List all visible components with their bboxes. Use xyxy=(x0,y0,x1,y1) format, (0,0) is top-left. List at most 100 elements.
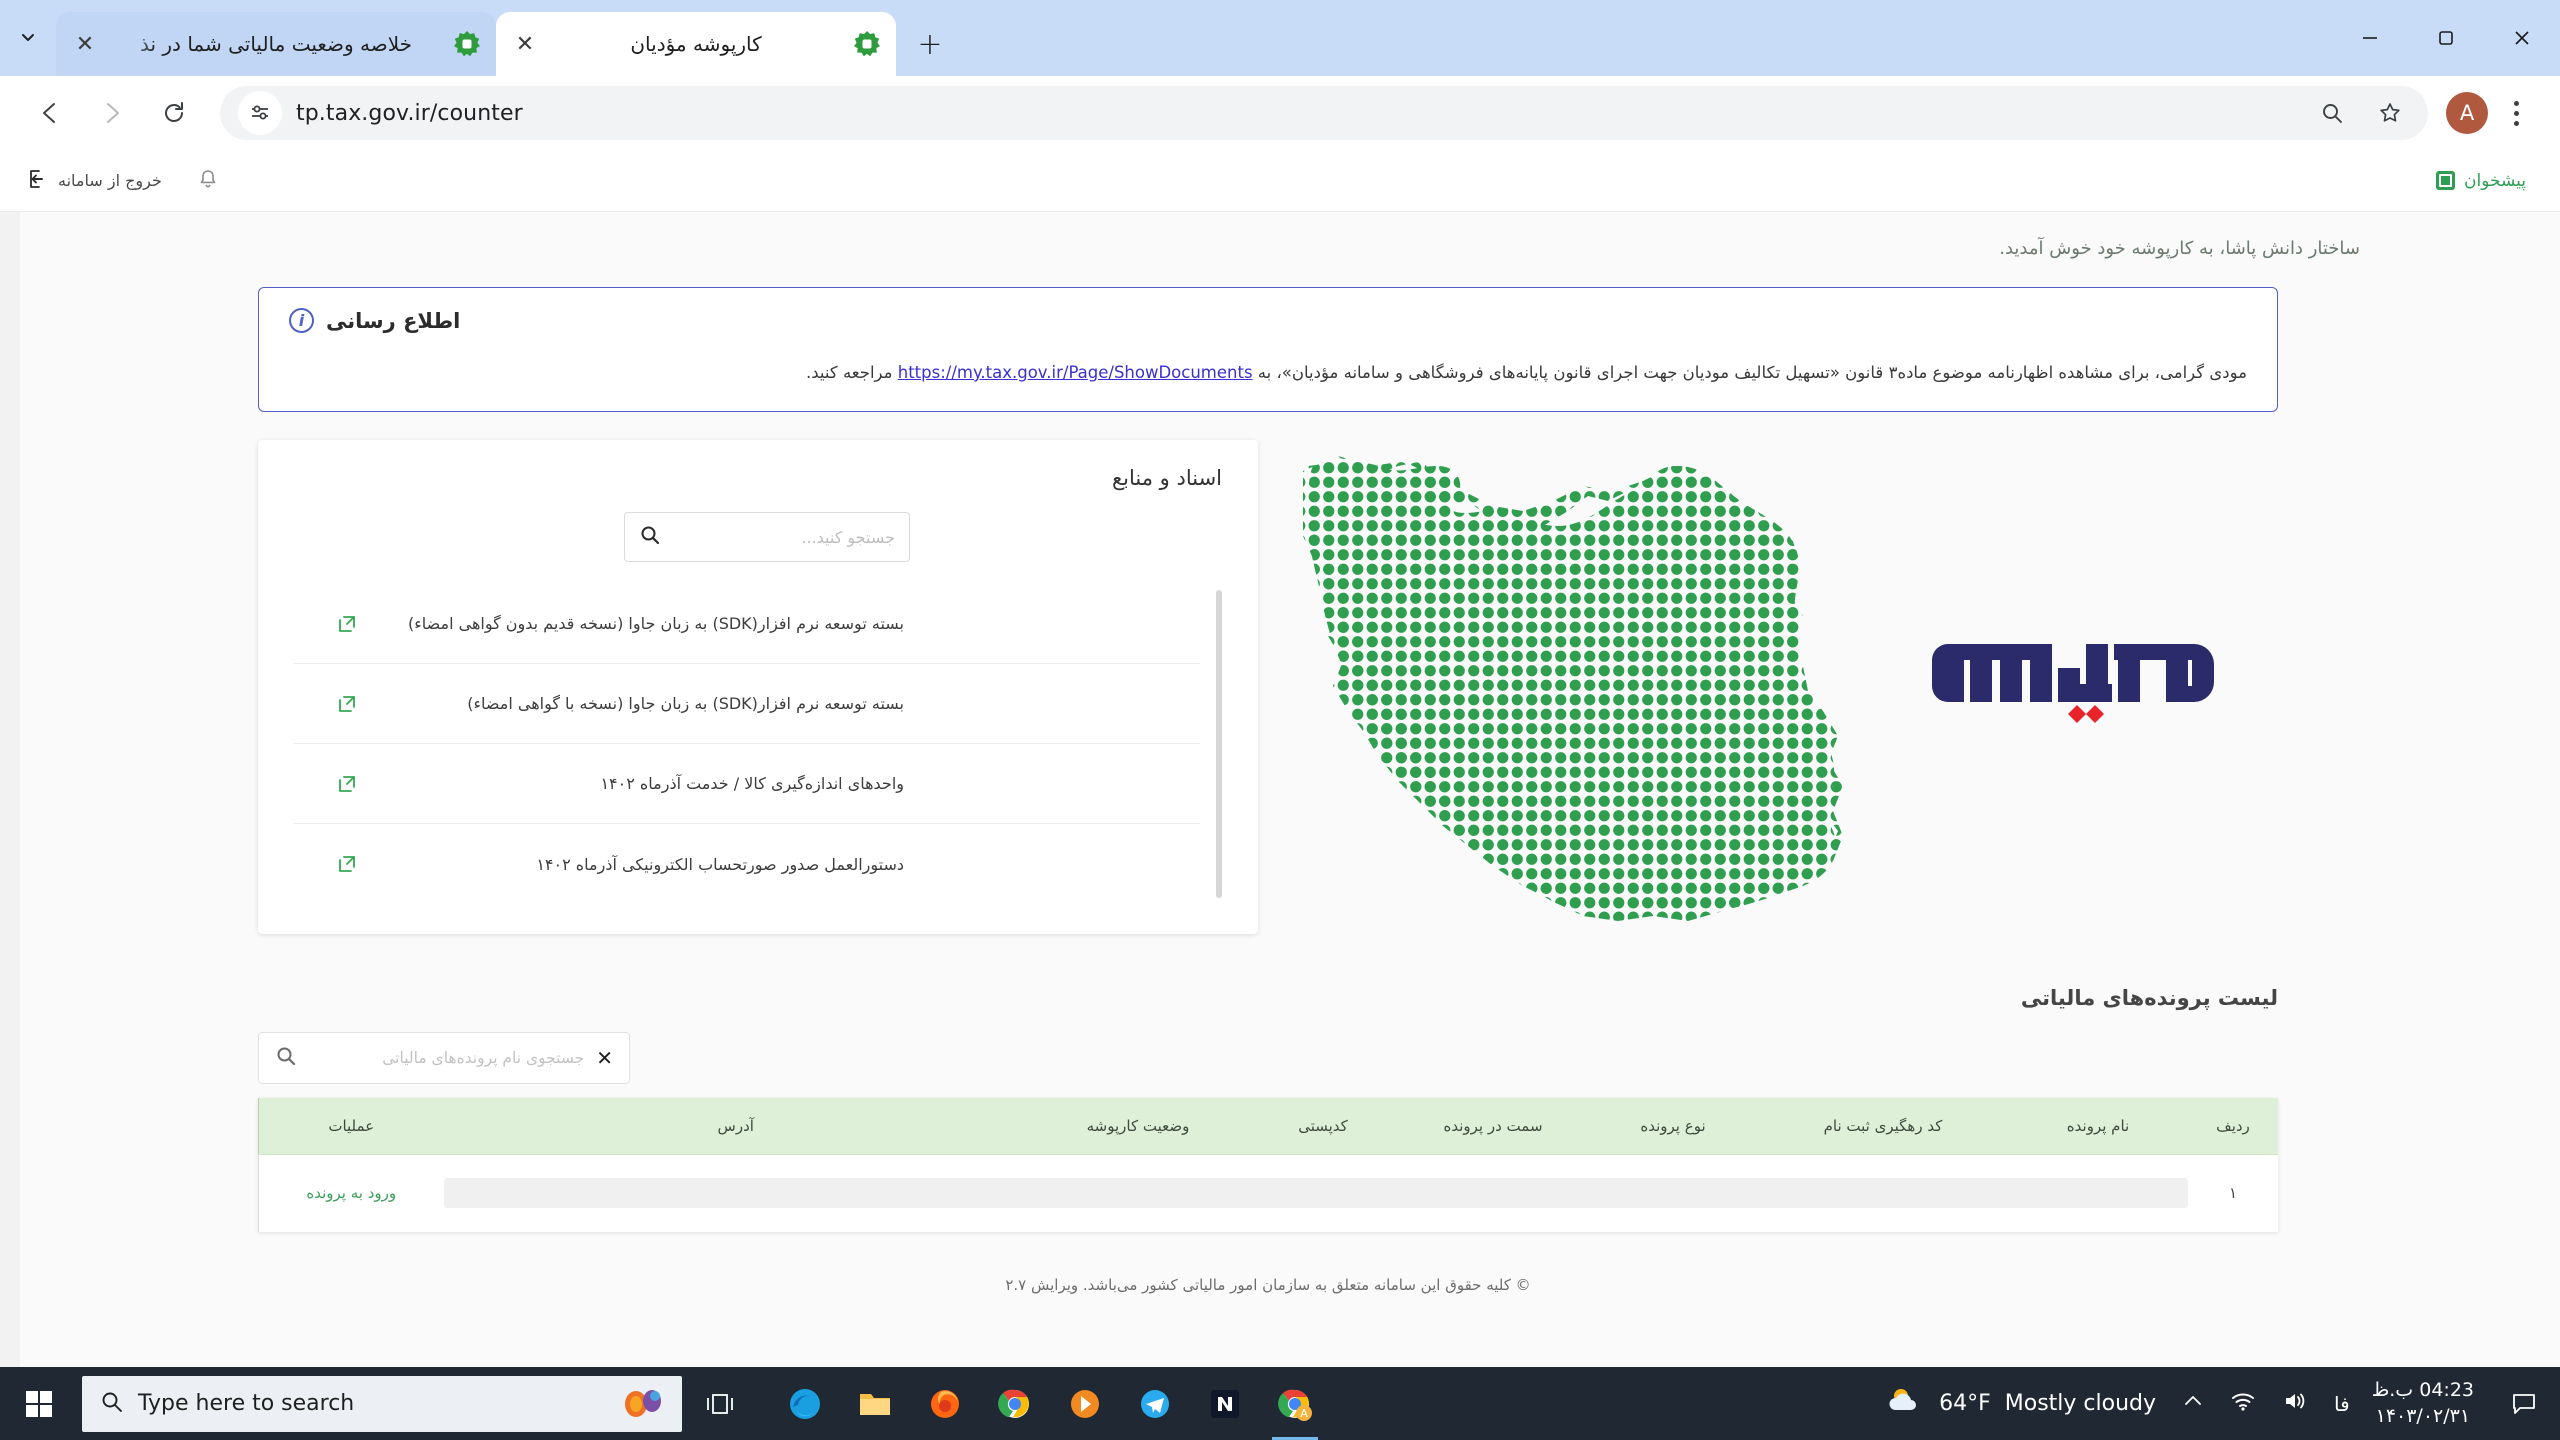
notion-icon[interactable] xyxy=(1194,1367,1256,1440)
windows-start-icon[interactable] xyxy=(0,1367,78,1440)
documents-card: اسناد و منابع جستجو کنید... بسته توسعه ن… xyxy=(258,440,1258,935)
reload-icon[interactable] xyxy=(146,85,202,141)
logout-button[interactable]: خروج از سامانه xyxy=(26,168,162,194)
dashboard-label: پیشخوان xyxy=(2464,170,2526,191)
dashboard-icon xyxy=(2436,171,2455,190)
external-link-icon[interactable] xyxy=(332,773,362,795)
app-brand[interactable]: پیشخوان xyxy=(2436,171,2526,191)
column-header-status[interactable]: وضعیت کارپوشه xyxy=(1028,1098,1248,1155)
iran-dotted-map xyxy=(1303,456,1843,922)
language-indicator[interactable]: فا xyxy=(2334,1392,2350,1416)
clock-date: ۱۴۰۳/۰۲/۳۱ xyxy=(2375,1404,2471,1427)
external-link-icon[interactable] xyxy=(332,693,362,715)
column-header-row-index[interactable]: ردیف xyxy=(2188,1098,2278,1155)
file-explorer-icon[interactable] xyxy=(844,1367,906,1440)
clock-time: 04:23 ب.ظ xyxy=(2371,1378,2474,1401)
task-view-icon[interactable] xyxy=(682,1391,758,1417)
documents-search-placeholder: جستجو کنید... xyxy=(801,527,895,547)
windows-taskbar: Type here to search A 64°F Mostly cloudy… xyxy=(0,1367,2560,1440)
column-header-operations[interactable]: عملیات xyxy=(258,1098,444,1155)
firefox-icon[interactable] xyxy=(914,1367,976,1440)
cell-loading-skeleton xyxy=(443,1154,2188,1232)
column-header-address[interactable]: آدرس xyxy=(443,1098,1028,1155)
page-viewport: پیشخوان خروج از سامانه ساختار دانش پاشا،… xyxy=(0,150,2560,1367)
tax-gov-favicon xyxy=(452,29,482,59)
notice-link[interactable]: https://my.tax.gov.ir/Page/ShowDocuments xyxy=(898,363,1253,382)
cortana-icon[interactable] xyxy=(622,1387,664,1421)
logout-icon xyxy=(26,168,48,194)
volume-icon[interactable] xyxy=(2282,1390,2308,1417)
notification-banner: i اطلاع رسانی مودی گرامی، برای مشاهده اظ… xyxy=(258,287,2278,413)
tab-close-icon[interactable]: ✕ xyxy=(510,29,540,59)
browser-tab-strip: خلاصه وضعیت مالیاتی شما در نذ ✕ کارپوشه … xyxy=(0,0,2560,76)
site-settings-icon[interactable] xyxy=(238,91,282,135)
minimize-icon[interactable] xyxy=(2332,0,2408,76)
three-dot-menu-icon[interactable] xyxy=(2494,100,2538,126)
microsoft-edge-icon[interactable] xyxy=(774,1367,836,1440)
column-header-file-type[interactable]: نوع پرونده xyxy=(1588,1098,1758,1155)
notice-text-before: مودی گرامی، برای مشاهده اظهارنامه موضوع … xyxy=(1257,363,2247,382)
browser-tab-inactive[interactable]: خلاصه وضعیت مالیاتی شما در نذ ✕ xyxy=(56,12,496,76)
browser-window: خلاصه وضعیت مالیاتی شما در نذ ✕ کارپوشه … xyxy=(0,0,2560,1367)
taskbar-search-input[interactable]: Type here to search xyxy=(82,1375,682,1432)
info-circle-icon: i xyxy=(289,308,314,333)
notification-banner-body: مودی گرامی، برای مشاهده اظهارنامه موضوع … xyxy=(289,359,2247,387)
wifi-icon[interactable] xyxy=(2230,1390,2256,1417)
list-item[interactable]: بسته توسعه نرم افزار(SDK) به زبان جاوا (… xyxy=(294,584,1200,665)
window-controls xyxy=(2332,0,2560,76)
weather-widget[interactable]: 64°F Mostly cloudy xyxy=(1885,1384,2156,1424)
list-item[interactable]: بسته توسعه نرم افزار(SDK) به زبان جاوا (… xyxy=(294,664,1200,745)
sepas-logo xyxy=(1932,644,2214,724)
documents-search-input[interactable]: جستجو کنید... xyxy=(624,512,910,563)
telegram-icon[interactable] xyxy=(1124,1367,1186,1440)
maximize-icon[interactable] xyxy=(2408,0,2484,76)
list-item[interactable]: دستورالعمل صدور صورتحساب الکترونیکی آذرم… xyxy=(294,824,1200,904)
action-center-icon[interactable] xyxy=(2496,1392,2552,1416)
app-header: پیشخوان خروج از سامانه xyxy=(0,150,2560,212)
column-header-postal-code[interactable]: کدپستی xyxy=(1248,1098,1398,1155)
column-header-role[interactable]: سمت در پرونده xyxy=(1398,1098,1588,1155)
column-header-file-name[interactable]: نام پرونده xyxy=(2008,1098,2188,1155)
star-icon[interactable] xyxy=(2370,93,2410,133)
document-label: بسته توسعه نرم افزار(SDK) به زبان جاوا (… xyxy=(408,614,904,634)
close-icon[interactable] xyxy=(2484,0,2560,76)
table-row: ۱ ورود به پرونده xyxy=(258,1154,2279,1233)
page-footer: © کلیه حقوق این سامانه متعلق به سازمان ا… xyxy=(1005,1276,1531,1295)
browser-tab-active[interactable]: کارپوشه مؤدیان ✕ xyxy=(496,12,896,76)
tab-search-dropdown-icon[interactable] xyxy=(0,0,56,76)
show-hidden-icons-icon[interactable] xyxy=(2182,1390,2204,1417)
taskbar-clock[interactable]: 04:23 ب.ظ ۱۴۰۳/۰۲/۳۱ xyxy=(2372,1378,2474,1429)
external-link-icon[interactable] xyxy=(332,853,362,875)
vlc-media-player-icon[interactable] xyxy=(1054,1367,1116,1440)
tax-files-section: لیست پرونده‌های مالیاتی ✕ جستجوی نام پرو… xyxy=(0,986,2560,1312)
weather-condition: Mostly cloudy xyxy=(2004,1391,2157,1416)
welcome-message: ساختار دانش پاشا، به کارپوشه خود خوش آمد… xyxy=(1999,238,2360,259)
enter-file-button[interactable]: ورود به پرونده xyxy=(258,1154,444,1233)
column-header-tracking-code[interactable]: کد رهگیری ثبت نام xyxy=(1758,1098,2008,1155)
cell-row-index: ۱ xyxy=(2228,1184,2238,1203)
notice-text-after: مراجعه کنید. xyxy=(806,363,893,382)
search-icon[interactable] xyxy=(275,1045,297,1071)
search-icon xyxy=(100,1390,124,1418)
back-arrow-icon[interactable] xyxy=(22,85,78,141)
svg-text:A: A xyxy=(1300,1407,1308,1420)
tab-close-icon[interactable]: ✕ xyxy=(70,29,100,59)
page-left-rail xyxy=(0,212,20,1367)
new-tab-button[interactable]: + xyxy=(904,18,956,70)
forward-arrow-icon[interactable] xyxy=(84,85,140,141)
address-bar[interactable]: tp.tax.gov.ir/counter xyxy=(220,86,2428,140)
tax-files-search-placeholder: جستجوی نام پرونده‌های مالیاتی xyxy=(382,1049,585,1068)
partly-cloudy-icon xyxy=(1885,1384,1925,1424)
external-link-icon[interactable] xyxy=(332,613,362,635)
search-icon[interactable] xyxy=(639,524,661,550)
tax-files-search-input[interactable]: ✕ جستجوی نام پرونده‌های مالیاتی xyxy=(258,1032,630,1085)
list-item[interactable]: واحدهای اندازه‌گیری کالا / خدمت آذرماه ۱… xyxy=(294,744,1200,825)
zoom-icon[interactable] xyxy=(2312,93,2352,133)
profile-avatar[interactable]: A xyxy=(2446,92,2488,134)
documents-list: بسته توسعه نرم افزار(SDK) به زبان جاوا (… xyxy=(294,584,1222,904)
notification-bell-icon[interactable] xyxy=(196,167,220,195)
clear-x-icon[interactable]: ✕ xyxy=(596,1046,613,1070)
chrome-active-window-icon[interactable]: A xyxy=(1264,1367,1326,1440)
google-chrome-icon[interactable] xyxy=(984,1367,1046,1440)
middle-section: اسناد و منابع جستجو کنید... بسته توسعه ن… xyxy=(0,440,2560,946)
